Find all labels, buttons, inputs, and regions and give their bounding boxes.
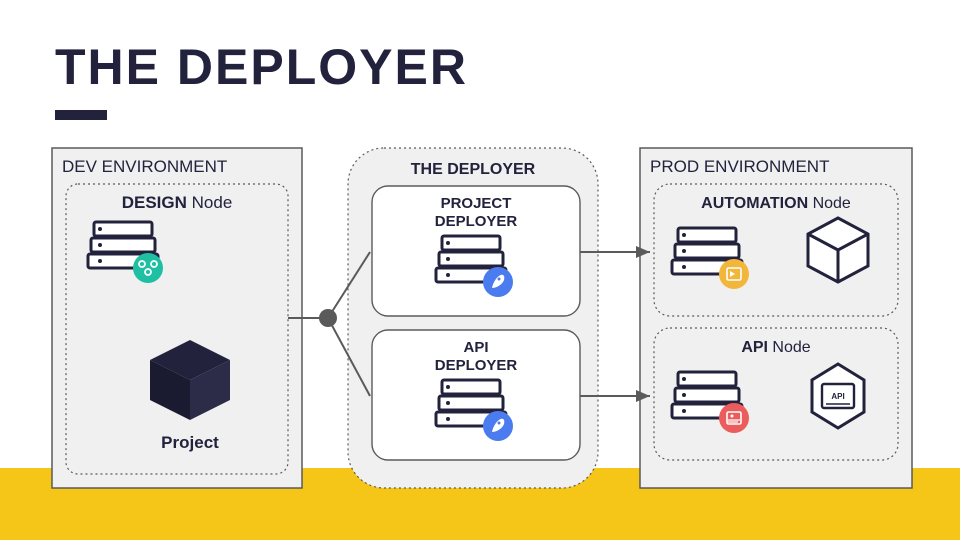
deployer-column: THE DEPLOYER PROJECT DEPLOYER <box>348 148 598 488</box>
dev-environment-box: DEV ENVIRONMENT DESIGN Node P <box>52 148 302 488</box>
prod-env-label: PROD ENVIRONMENT <box>650 157 829 176</box>
api-node-rest: Node <box>768 339 811 356</box>
automation-node-rest: Node <box>808 195 851 212</box>
design-node-rest: Node <box>187 193 232 212</box>
project-deployer-line2: DEPLOYER <box>435 213 518 230</box>
prod-environment-box: PROD ENVIRONMENT AUTOMATION Node <box>640 148 912 488</box>
project-label: Project <box>161 433 219 452</box>
project-deployer-line1: PROJECT <box>441 195 512 212</box>
api-deployer-line1: API <box>463 339 488 356</box>
project-deployer-card: PROJECT DEPLOYER <box>372 186 580 316</box>
svg-text:AUTOMATION Node: AUTOMATION Node <box>701 195 851 212</box>
dev-env-label: DEV ENVIRONMENT <box>62 157 227 176</box>
deployer-label: THE DEPLOYER <box>411 161 536 178</box>
api-tag: API <box>831 392 844 401</box>
bundle-cube-icon <box>808 218 868 282</box>
title-underline <box>55 110 107 120</box>
svg-text:API Node: API Node <box>741 339 810 356</box>
automation-node-strong: AUTOMATION <box>701 195 808 212</box>
api-deployer-line2: DEPLOYER <box>435 357 518 374</box>
design-node-strong: DESIGN <box>122 193 187 212</box>
svg-text:DESIGN Node: DESIGN Node <box>122 193 233 212</box>
api-hexagon-icon: API <box>812 364 864 428</box>
page-title: THE DEPLOYER <box>55 38 468 96</box>
api-deployer-card: API DEPLOYER <box>372 330 580 460</box>
api-node-strong: API <box>741 339 768 356</box>
